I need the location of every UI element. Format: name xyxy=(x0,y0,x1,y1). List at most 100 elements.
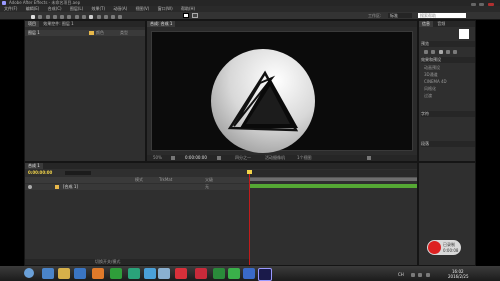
column-trkmat[interactable]: TrkMat xyxy=(159,177,172,183)
tray-icons[interactable] xyxy=(410,272,440,277)
preset-item[interactable]: CINEMA 4D xyxy=(421,79,475,85)
comp-timecode[interactable]: 0:00:00:00 xyxy=(185,155,207,161)
media-icon[interactable] xyxy=(195,268,207,279)
media-player-icon[interactable] xyxy=(74,268,86,279)
browser-icon[interactable] xyxy=(128,268,140,279)
sogou-icon[interactable] xyxy=(144,268,156,279)
clone-tool-icon[interactable] xyxy=(103,15,108,19)
menu-window[interactable]: 窗口(W) xyxy=(158,6,173,11)
firefox-icon[interactable] xyxy=(92,268,104,279)
fill-swatch[interactable] xyxy=(183,13,189,18)
recorder-badge[interactable]: 已录制 0:00:08 xyxy=(427,240,461,255)
workspace-select[interactable]: 标准 xyxy=(388,13,412,18)
ie-icon[interactable] xyxy=(42,268,54,279)
logo-artwork xyxy=(211,49,315,153)
section-preview[interactable]: 预览 xyxy=(421,41,475,47)
grid-icon[interactable] xyxy=(171,156,175,160)
select-tool-icon[interactable] xyxy=(31,15,35,19)
language-indicator[interactable]: CH xyxy=(398,272,404,277)
tool-icon[interactable] xyxy=(213,268,225,279)
play-icon[interactable] xyxy=(438,50,443,54)
record-icon[interactable] xyxy=(428,241,441,254)
column-mode[interactable]: 模式 xyxy=(135,177,143,183)
rotate-tool-icon[interactable] xyxy=(52,15,57,19)
shape-tool-icon[interactable] xyxy=(74,15,79,19)
resolution-select[interactable]: 四分之一 xyxy=(235,155,251,161)
column-type[interactable]: 类型 xyxy=(120,30,128,36)
stroke-swatch[interactable] xyxy=(192,13,198,18)
snapshot-icon[interactable] xyxy=(217,156,221,160)
work-area-bar[interactable] xyxy=(249,178,417,181)
wechat-icon[interactable] xyxy=(110,268,122,279)
parent-select[interactable]: 无 xyxy=(205,184,209,190)
tab-audio[interactable]: 音频 xyxy=(434,21,448,27)
exposure-icon[interactable] xyxy=(367,156,371,160)
tab-effect-controls[interactable]: 效果控件: 图层 1 xyxy=(40,21,76,27)
puppet-tool-icon[interactable] xyxy=(118,15,123,19)
notepad-icon[interactable] xyxy=(158,268,170,279)
menu-view[interactable]: 视图(V) xyxy=(135,6,149,11)
column-parent[interactable]: 父级 xyxy=(205,177,213,183)
zoom-tool-icon[interactable] xyxy=(45,15,50,19)
tab-composition[interactable]: 合成: 合成 1 xyxy=(147,21,176,27)
preset-item[interactable]: 3D通道 xyxy=(421,72,475,78)
section-paragraph[interactable]: 段落 xyxy=(421,141,475,147)
pan-tool-icon[interactable] xyxy=(67,15,72,19)
text-tool-icon[interactable] xyxy=(89,15,94,19)
tab-info[interactable]: 信息 xyxy=(419,21,433,27)
tab-timeline-comp[interactable]: 合成 1 xyxy=(25,163,43,169)
visibility-eye-icon[interactable] xyxy=(28,185,32,189)
section-effects-presets[interactable]: 效果和预设 xyxy=(421,57,475,63)
network-icon[interactable] xyxy=(411,273,415,277)
green-app-icon[interactable] xyxy=(228,268,240,279)
next-frame-icon[interactable] xyxy=(445,50,450,54)
preset-item[interactable]: 过渡 xyxy=(421,93,475,99)
window-controls[interactable] xyxy=(470,1,496,6)
menu-file[interactable]: 文件(F) xyxy=(4,6,17,11)
search-help-input[interactable]: 搜索帮助 xyxy=(418,13,466,18)
camera-tool-icon[interactable] xyxy=(60,15,65,19)
prev-frame-icon[interactable] xyxy=(431,50,436,54)
eraser-tool-icon[interactable] xyxy=(111,15,116,19)
volume-icon[interactable] xyxy=(418,273,423,277)
playhead[interactable] xyxy=(247,170,252,265)
pen-tool-icon[interactable] xyxy=(81,15,86,19)
start-button[interactable] xyxy=(24,268,34,278)
flag-icon[interactable] xyxy=(425,273,430,277)
blue-app-icon[interactable] xyxy=(243,268,255,279)
preset-list: 动画预设 3D通道 CINEMA 4D 风格化 过渡 xyxy=(421,65,475,105)
section-character[interactable]: 字符 xyxy=(421,111,475,117)
timeline-footer[interactable]: 切换开关/模式 xyxy=(25,259,249,265)
menu-composition[interactable]: 合成(C) xyxy=(48,6,62,11)
after-effects-icon[interactable] xyxy=(258,268,272,281)
clock-date[interactable]: 2016/2/25 xyxy=(448,274,469,279)
layer-duration-bar[interactable] xyxy=(249,184,417,188)
tab-project[interactable]: 项目 xyxy=(25,21,39,27)
brush-tool-icon[interactable] xyxy=(96,15,101,19)
menu-effect[interactable]: 效果(T) xyxy=(91,6,105,11)
folder-icon[interactable] xyxy=(58,268,70,279)
layer-row[interactable]: [合成 1] 无 xyxy=(25,184,249,190)
comp-viewer[interactable] xyxy=(151,31,413,153)
timeline-timecode[interactable]: 0:00:00:00 xyxy=(28,170,52,176)
preset-item[interactable]: 风格化 xyxy=(421,86,475,92)
preset-item[interactable]: 动画预设 xyxy=(421,65,475,71)
last-frame-icon[interactable] xyxy=(453,50,458,54)
views-select[interactable]: 1个视图 xyxy=(297,155,312,161)
layer-name[interactable]: [合成 1] xyxy=(63,184,78,190)
netease-icon[interactable] xyxy=(175,268,187,279)
time-ruler[interactable] xyxy=(249,170,417,178)
menu-edit[interactable]: 编辑(E) xyxy=(26,6,40,11)
hand-tool-icon[interactable] xyxy=(38,15,43,19)
preview-controls xyxy=(423,49,473,54)
column-color[interactable]: 颜色 xyxy=(96,30,104,36)
camera-select[interactable]: 活动摄像机 xyxy=(265,155,285,161)
menu-layer[interactable]: 图层(L) xyxy=(70,6,83,11)
menu-help[interactable]: 帮助(H) xyxy=(181,6,195,11)
project-item-name[interactable]: 图层 1 xyxy=(28,30,40,36)
playhead-handle[interactable] xyxy=(247,170,252,174)
zoom-select[interactable]: 50% xyxy=(153,155,162,161)
first-frame-icon[interactable] xyxy=(424,50,428,54)
timeline-search-input[interactable] xyxy=(65,171,91,175)
menu-animation[interactable]: 动画(A) xyxy=(113,6,127,11)
